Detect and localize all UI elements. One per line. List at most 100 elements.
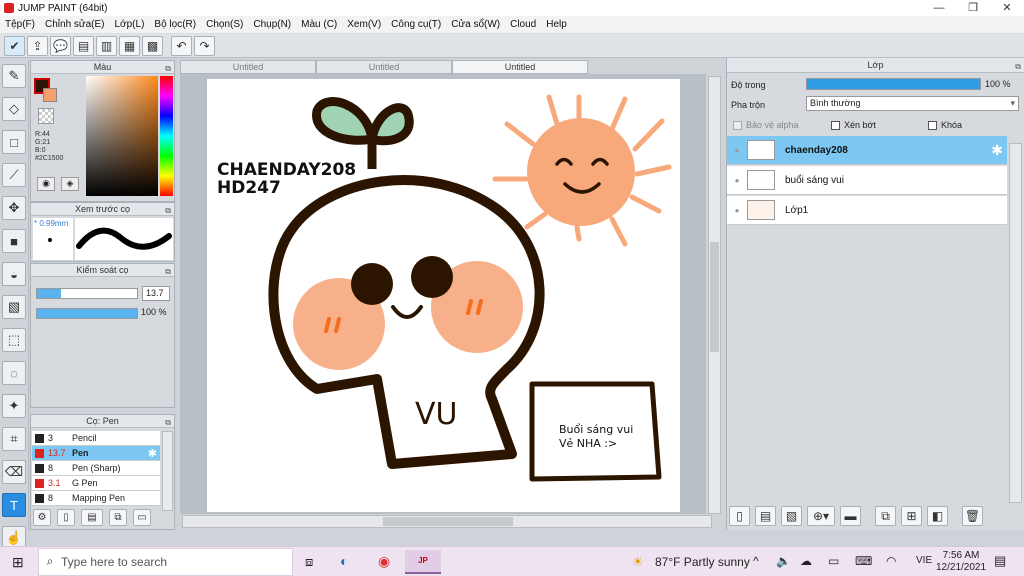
task-view-icon[interactable]: ⧈ xyxy=(305,554,313,570)
menu-select[interactable]: Chọn(S) xyxy=(201,19,248,30)
page-icon[interactable]: ▥ xyxy=(96,35,117,56)
new-layer-icon[interactable]: ▯ xyxy=(729,506,750,526)
menu-cloud[interactable]: Cloud xyxy=(505,19,541,30)
layer-row-lop1[interactable]: ● Lớp1 xyxy=(727,196,1007,225)
panel-options-icon[interactable]: ⧉ xyxy=(165,265,171,278)
chat-icon[interactable]: 💬 xyxy=(50,35,71,56)
brush-list-item[interactable]: 3 Pencil xyxy=(32,431,160,446)
doc-tab-3[interactable]: Untitled xyxy=(452,60,588,74)
menu-window[interactable]: Cửa sổ(W) xyxy=(446,19,505,30)
gradient-tool-icon[interactable]: ▧ xyxy=(2,295,26,319)
select-pen-tool-icon[interactable]: ⌗ xyxy=(2,427,26,451)
delete-layer-icon[interactable]: 🗑 xyxy=(962,506,983,526)
bucket-tool-icon[interactable]: ◒ xyxy=(2,262,26,286)
menu-edit[interactable]: Chỉnh sửa(E) xyxy=(40,19,110,30)
new-brush-icon[interactable]: ▯ xyxy=(57,509,75,526)
fill-rect-tool-icon[interactable]: ■ xyxy=(2,229,26,253)
layer-opacity-slider[interactable] xyxy=(806,78,981,90)
new-text-layer-icon[interactable]: ▧ xyxy=(781,506,802,526)
layer-list-scrollbar[interactable] xyxy=(1009,143,1022,503)
menu-color[interactable]: Màu (C) xyxy=(296,19,342,30)
menu-help[interactable]: Help xyxy=(541,19,572,30)
menu-file[interactable]: Tệp(F) xyxy=(0,19,40,30)
eraser-tool-icon[interactable]: ◇ xyxy=(2,97,26,121)
check-icon[interactable]: ✔ xyxy=(4,35,25,56)
magic-wand-tool-icon[interactable]: ✦ xyxy=(2,394,26,418)
brush-size-slider[interactable] xyxy=(36,288,138,299)
visibility-icon[interactable]: ● xyxy=(727,146,747,155)
merge-layer-icon[interactable]: ⊞ xyxy=(901,506,922,526)
notification-icon[interactable]: ▤ xyxy=(994,553,1006,569)
menu-capture[interactable]: Chụp(N) xyxy=(248,19,296,30)
grid-icon[interactable]: ▩ xyxy=(142,35,163,56)
rectangle-tool-icon[interactable]: □ xyxy=(2,130,26,154)
taskbar-search[interactable]: ⌕ Type here to search xyxy=(38,547,293,576)
brush-list-item[interactable]: 3.1 G Pen xyxy=(32,476,160,491)
brush-size-input[interactable]: 13.7 xyxy=(142,286,170,301)
layout-icon[interactable]: ▦ xyxy=(119,35,140,56)
palette-icon[interactable]: ◉ xyxy=(37,177,55,191)
move-tool-icon[interactable]: ✥ xyxy=(2,196,26,220)
pen-tool-icon[interactable]: ⟋ xyxy=(2,163,26,187)
panel-options-icon[interactable]: ⧉ xyxy=(165,62,171,75)
brush-settings-icon[interactable]: ⚙ xyxy=(33,509,51,526)
brush-list-item[interactable]: 8 Mapping Pen xyxy=(32,491,160,506)
brush-copy-icon[interactable]: ⧉ xyxy=(109,509,127,526)
language-indicator[interactable]: VIE xyxy=(916,555,932,566)
visibility-icon[interactable]: ● xyxy=(727,176,747,185)
volume-icon[interactable]: 🔈 xyxy=(776,554,791,568)
close-button[interactable]: ✕ xyxy=(990,0,1024,16)
brush-list-item[interactable]: 8 Pen (Sharp) xyxy=(32,461,160,476)
brush-folder-icon[interactable]: ▭ xyxy=(133,509,151,526)
keyboard-icon[interactable]: ⌨ xyxy=(855,554,872,568)
drawing-canvas[interactable]: Buổi sáng vui Vẻ NHA :> VU CHAENDAY208 H… xyxy=(207,79,680,512)
canvas-vertical-scrollbar[interactable] xyxy=(708,76,721,514)
panel-options-icon[interactable]: ⧉ xyxy=(1015,59,1021,74)
panel-options-icon[interactable]: ⧉ xyxy=(165,416,171,429)
gear-icon[interactable]: ✱ xyxy=(991,142,1003,159)
redo-icon[interactable]: ↷ xyxy=(194,35,215,56)
canvas-horizontal-scrollbar[interactable] xyxy=(182,515,712,528)
brush-menu-icon[interactable]: ▤ xyxy=(81,509,103,526)
weather-text[interactable]: 87°F Partly sunny xyxy=(655,555,750,569)
color-picker-icon[interactable]: ◈ xyxy=(61,177,79,191)
lock-checkbox[interactable] xyxy=(928,120,937,130)
select-eraser-tool-icon[interactable]: ⌫ xyxy=(2,460,26,484)
doc-tab-2[interactable]: Untitled xyxy=(316,60,452,74)
maximize-button[interactable]: ❐ xyxy=(956,0,990,16)
brush-list-scrollbar[interactable] xyxy=(162,431,173,511)
jump-paint-taskbar-icon[interactable]: JP xyxy=(405,550,441,574)
undo-icon[interactable]: ↶ xyxy=(171,35,192,56)
menu-layer[interactable]: Lớp(L) xyxy=(110,19,150,30)
network-icon[interactable]: ▭ xyxy=(828,554,839,568)
blend-mode-select[interactable]: Bình thường ▾ xyxy=(806,96,1019,111)
brush-opacity-slider[interactable] xyxy=(36,308,138,319)
layer-row-buoi-sang-vui[interactable]: ● buổi sáng vui xyxy=(727,166,1007,195)
saturation-value-picker[interactable] xyxy=(86,76,158,196)
windows-start-icon[interactable]: ⊞ xyxy=(12,554,24,571)
clock[interactable]: 7:56 AM 12/21/2021 xyxy=(936,550,986,574)
chevron-up-icon[interactable]: ^ xyxy=(753,554,759,568)
brush-tool-icon[interactable]: ✎ xyxy=(2,64,26,88)
wifi-icon[interactable]: ◠ xyxy=(886,554,896,568)
transparent-color-swatch[interactable] xyxy=(38,108,54,124)
new-vector-layer-icon[interactable]: ▤ xyxy=(755,506,776,526)
text-tool-icon[interactable]: T xyxy=(2,493,26,517)
layer-folder-icon[interactable]: ▬ xyxy=(840,506,861,526)
comment-icon[interactable]: ▤ xyxy=(73,35,94,56)
share-icon[interactable]: ⇪ xyxy=(27,35,48,56)
cloud-icon[interactable]: ☁ xyxy=(800,554,812,568)
clip-checkbox[interactable] xyxy=(831,120,840,130)
layer-row-chaenday208[interactable]: ● chaenday208 ✱ xyxy=(727,136,1007,165)
select-rect-tool-icon[interactable]: ⬚ xyxy=(2,328,26,352)
chrome-browser-icon[interactable]: ◉ xyxy=(378,553,390,570)
menu-filter[interactable]: Bộ lọc(R) xyxy=(149,19,201,30)
gear-icon[interactable]: ✱ xyxy=(148,447,157,460)
protect-alpha-checkbox[interactable] xyxy=(733,120,742,130)
sub-color-swatch[interactable] xyxy=(43,88,57,102)
duplicate-layer-icon[interactable]: ⧉ xyxy=(875,506,896,526)
doc-tab-1[interactable]: Untitled xyxy=(180,60,316,74)
visibility-icon[interactable]: ● xyxy=(727,206,747,215)
lasso-tool-icon[interactable]: ◌ xyxy=(2,361,26,385)
hue-slider[interactable] xyxy=(160,76,173,196)
